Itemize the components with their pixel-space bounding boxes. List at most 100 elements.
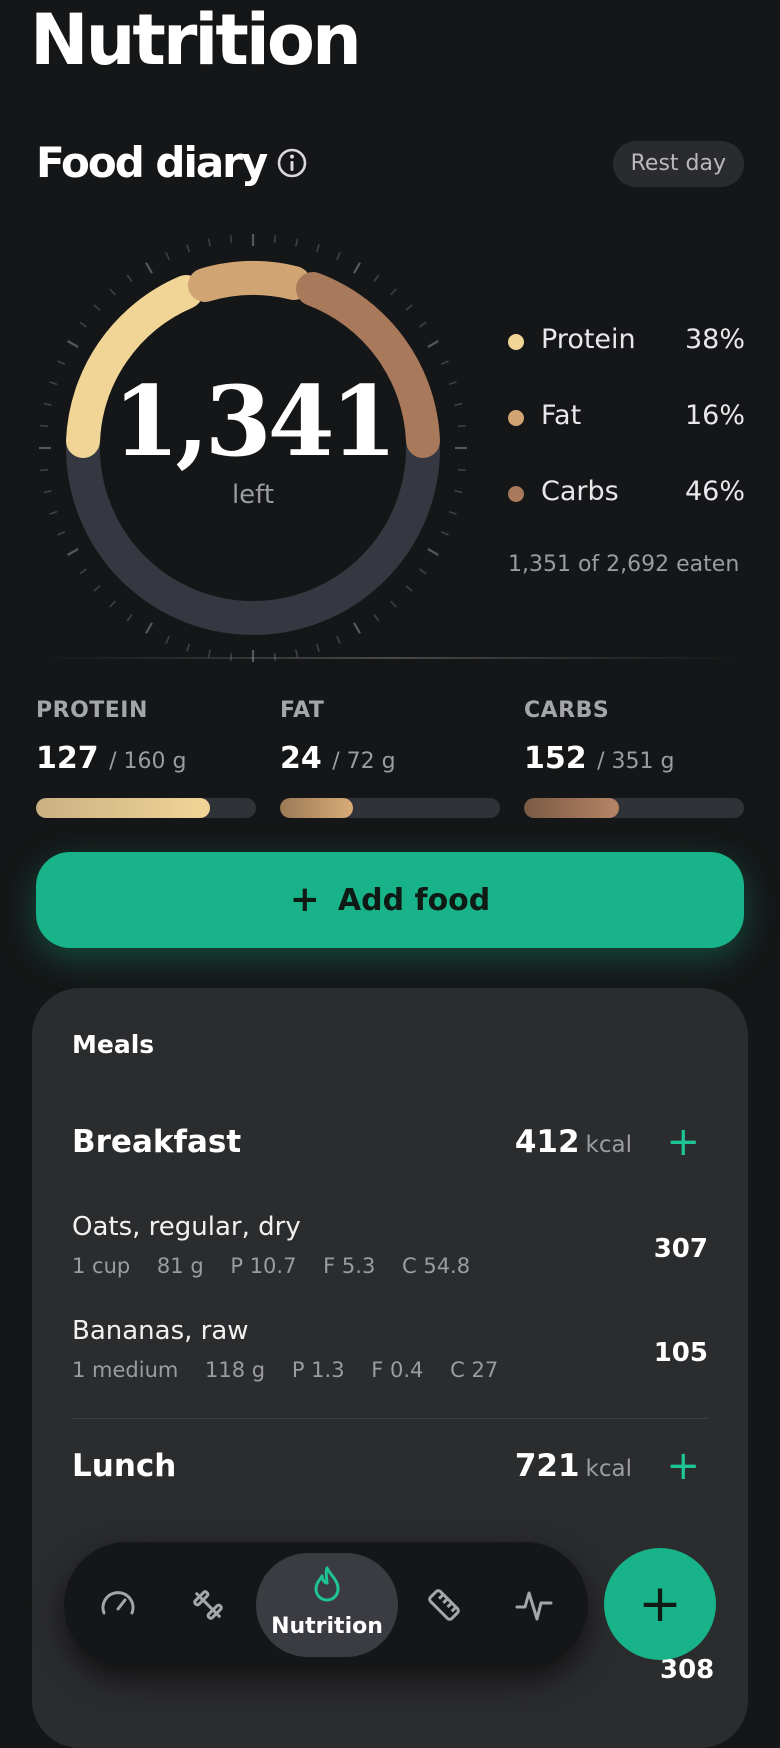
ring-tick: [67, 340, 79, 348]
macro-progress-fill: [524, 798, 619, 818]
ring-tick: [427, 340, 439, 348]
macro-value: 24 / 72 g: [280, 741, 500, 776]
ring-tick: [440, 360, 449, 365]
macro-label: PROTEIN: [36, 698, 148, 723]
legend-fat: Fat 16%: [505, 398, 745, 438]
ring-tick: [427, 548, 439, 556]
ring-tick: [109, 600, 116, 608]
ring-tick: [315, 244, 320, 253]
legend-pct: 16%: [684, 400, 745, 431]
calories-remaining-label: left: [231, 480, 275, 510]
macro-progress-fill: [36, 798, 210, 818]
ring-tick: [390, 288, 397, 296]
macro-target: / 160 g: [109, 749, 187, 774]
meal-kcal: 412 kcal: [515, 1124, 632, 1160]
measurements-icon[interactable]: [424, 1585, 464, 1625]
ring-tick: [353, 622, 361, 634]
ring-tick: [390, 600, 397, 608]
meal-kcal-value: 721: [514, 1448, 580, 1484]
ring-tick: [57, 360, 66, 365]
add-food-button[interactable]: + Add food: [36, 852, 744, 948]
food-name: Oats, regular, dry: [72, 1212, 301, 1242]
nutrition-icon: [314, 1566, 340, 1602]
info-icon[interactable]: [276, 147, 308, 179]
activity-icon[interactable]: [514, 1585, 554, 1625]
page-title: Nutrition: [30, 0, 362, 81]
fab-add-button[interactable]: +: [604, 1548, 716, 1660]
ring-tick: [353, 262, 361, 274]
ring-tick: [67, 548, 79, 556]
day-type-chip[interactable]: Rest day: [612, 141, 744, 187]
macro-amount: 152: [524, 741, 587, 776]
macro-progress-bar: [280, 798, 500, 818]
macro-progress-fill: [280, 798, 353, 818]
ring-tick: [79, 321, 87, 328]
ring-segment-fat: [188, 261, 311, 302]
food-item[interactable]: Bananas, raw 1 medium 118 g P 1.3 F 0.4 …: [72, 1316, 708, 1396]
meal-breakfast-header: Breakfast 412 kcal +: [72, 1120, 708, 1174]
eaten-summary: 1,351 of 2,692 eaten: [508, 552, 740, 577]
macro-carbs: CARBS 152 / 351 g: [524, 698, 744, 818]
ring-tick: [165, 635, 170, 644]
divider: [36, 657, 744, 659]
ring-tick: [440, 531, 449, 536]
meal-kcal-value: 412: [514, 1124, 580, 1160]
bottom-nav: Nutrition: [64, 1542, 588, 1668]
add-lunch-icon[interactable]: +: [666, 1444, 700, 1488]
ring-tick: [145, 622, 153, 634]
ring-tick: [126, 274, 133, 282]
food-name: Bananas, raw: [72, 1316, 249, 1346]
legend-protein: Protein 38%: [505, 322, 745, 362]
legend-name: Protein: [541, 324, 636, 355]
workouts-icon[interactable]: [188, 1585, 228, 1625]
ring-tick: [405, 304, 413, 311]
meal-divider: [72, 1418, 708, 1419]
ring-tick: [373, 274, 380, 282]
meal-name: Breakfast: [72, 1124, 242, 1160]
ring-tick: [336, 252, 341, 261]
legend-name: Carbs: [541, 476, 619, 507]
ring-tick: [126, 614, 133, 622]
ring-tick: [93, 585, 101, 592]
ring-tick: [186, 643, 191, 652]
ring-tick: [336, 635, 341, 644]
macro-protein: PROTEIN 127 / 160 g: [36, 698, 256, 818]
protein-dot: [508, 334, 524, 350]
food-kcal: 307: [653, 1234, 708, 1264]
macro-value: 152 / 351 g: [524, 741, 744, 776]
macro-amount: 127: [36, 741, 99, 776]
macro-label: CARBS: [524, 698, 610, 723]
ring-tick: [49, 510, 58, 515]
meal-kcal-unit: kcal: [585, 1456, 632, 1482]
ring-tick: [207, 238, 211, 247]
macro-progress-bar: [524, 798, 744, 818]
carbs-dot: [508, 486, 524, 502]
macro-target: / 72 g: [332, 749, 396, 774]
ring-tick: [448, 510, 457, 515]
nav-active-label: Nutrition: [271, 1614, 383, 1639]
plus-icon: +: [289, 879, 320, 920]
ring-tick: [405, 585, 413, 592]
dashboard-icon[interactable]: [98, 1585, 138, 1625]
calories-remaining: 1,341: [112, 365, 398, 478]
ring-tick: [57, 531, 66, 536]
meal-name: Lunch: [72, 1448, 177, 1484]
legend-pct: 38%: [684, 324, 745, 355]
ring-tick: [229, 235, 233, 244]
macro-target: / 351 g: [597, 749, 675, 774]
legend-name: Fat: [541, 400, 582, 431]
legend-pct: 46%: [684, 476, 745, 507]
add-breakfast-icon[interactable]: +: [666, 1120, 700, 1164]
food-item[interactable]: Oats, regular, dry 1 cup 81 g P 10.7 F 5…: [72, 1212, 708, 1292]
ring-tick: [186, 244, 191, 253]
ring-tick: [145, 262, 153, 274]
food-meta: 1 medium 118 g P 1.3 F 0.4 C 27: [72, 1358, 499, 1382]
macro-progress-bar: [36, 798, 256, 818]
meal-lunch-header: Lunch 721 kcal +: [72, 1444, 708, 1498]
food-diary-title: Food diary: [36, 138, 268, 187]
legend-carbs: Carbs 46%: [505, 474, 745, 514]
ring-tick: [419, 568, 427, 575]
fat-dot: [508, 410, 524, 426]
food-kcal: 308: [660, 1655, 715, 1685]
macro-label: FAT: [280, 698, 325, 723]
